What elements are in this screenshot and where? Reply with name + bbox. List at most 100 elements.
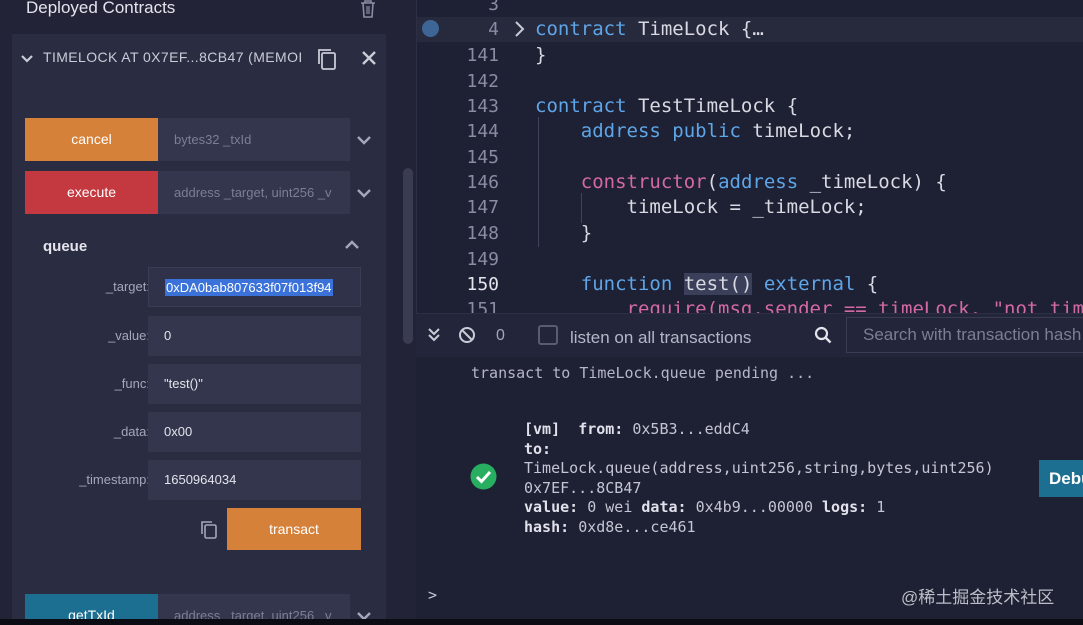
- breakpoint-dot[interactable]: [422, 20, 439, 37]
- transact-button[interactable]: transact: [227, 508, 361, 550]
- panel-scrollbar[interactable]: [403, 168, 413, 344]
- line-number: 144: [466, 121, 499, 142]
- code-token: constructor: [580, 171, 707, 193]
- from-label: from:: [578, 420, 624, 438]
- copy-icon[interactable]: [316, 47, 338, 71]
- param-label: _timestamp:: [79, 472, 150, 487]
- to-value: TimeLock.queue(address,uint256,string,by…: [524, 459, 994, 477]
- deployed-contracts-title: Deployed Contracts: [26, 0, 176, 17]
- trash-icon[interactable]: [358, 0, 378, 18]
- code-token: public: [672, 120, 741, 142]
- target-field[interactable]: 0xDA0bab807633f07f013f94: [148, 267, 361, 307]
- line-number: 143: [466, 96, 499, 117]
- param-target: _target: 0xDA0bab807633f07f013f94: [42, 267, 362, 307]
- copy-icon[interactable]: [200, 520, 218, 540]
- selected-text: 0xDA0bab807633f07f013f94: [165, 279, 333, 296]
- pending-tx-count: 0: [496, 327, 505, 344]
- chevron-down-icon[interactable]: [356, 132, 372, 148]
- code-token: timeLock = _timeLock;: [626, 196, 867, 218]
- line-number: 142: [466, 71, 499, 92]
- data-field[interactable]: 0x00: [148, 412, 361, 452]
- close-icon[interactable]: [361, 50, 377, 66]
- hash-value: 0xd8e...ce461: [578, 518, 696, 536]
- to-address: 0x7EF...8CB47: [524, 479, 642, 497]
- code-token: timeLock;: [740, 120, 856, 142]
- pending-message: transact to TimeLock.queue pending ...: [471, 364, 815, 382]
- param-label: _data:: [113, 424, 150, 439]
- param-data: _data: 0x00: [42, 412, 362, 452]
- double-chevron-down-icon[interactable]: [426, 327, 442, 343]
- listen-checkbox[interactable]: [538, 325, 558, 345]
- bottom-strip: [0, 619, 1083, 625]
- line-number: 4: [488, 19, 499, 40]
- param-timestamp: _timestamp: 1650964034: [42, 460, 362, 500]
- data-label: data:: [641, 498, 687, 516]
- debug-button[interactable]: Debug: [1039, 460, 1083, 497]
- code-token: (): [729, 273, 753, 295]
- code-line-144: address public timeLock;: [535, 120, 856, 142]
- to-label: to:: [524, 440, 552, 458]
- deployed-contracts-header: Deployed Contracts: [0, 0, 400, 22]
- chevron-right-icon[interactable]: [513, 20, 527, 38]
- value-field[interactable]: 0: [148, 316, 361, 356]
- hash-label: hash:: [524, 518, 570, 536]
- from-value: 0x5B3...eddC4: [632, 420, 750, 438]
- code-line-147: timeLock = _timeLock;: [535, 196, 867, 218]
- param-label: _func:: [114, 376, 150, 391]
- code-token: address: [580, 120, 661, 142]
- code-token: contract: [535, 18, 627, 40]
- line-number: 141: [466, 45, 499, 66]
- func-field[interactable]: "test()": [148, 364, 361, 404]
- value-label: value:: [524, 498, 579, 516]
- contract-instance: TIMELOCK AT 0X7EF...8CB47 (MEMOI cancel …: [12, 34, 386, 625]
- code-token: external: [763, 273, 856, 295]
- search-input[interactable]: Search with transaction hash: [846, 317, 1083, 353]
- line-number: 151: [466, 299, 499, 313]
- code-token: }: [535, 44, 547, 66]
- deploy-run-panel: Deployed Contracts TIMELOCK AT 0X7EF...8…: [0, 0, 416, 625]
- logs-label: logs:: [822, 498, 868, 516]
- line-number: 145: [466, 147, 499, 168]
- tx-from-line: [vm] from: 0x5B3...eddC4: [524, 420, 750, 438]
- param-value: _value: 0: [42, 316, 362, 356]
- code-token: test: [683, 273, 730, 295]
- value-value: 0 wei: [587, 498, 633, 516]
- clear-console-icon[interactable]: [458, 326, 476, 344]
- code-line-148: }: [535, 222, 592, 244]
- code-token: TestTimeLock: [637, 95, 776, 117]
- chevron-down-icon[interactable]: [356, 185, 372, 201]
- data-value: 0x4b9...00000: [695, 498, 813, 516]
- execute-input[interactable]: address _target, uint256 _v: [158, 171, 350, 214]
- execute-button[interactable]: execute: [25, 171, 158, 214]
- line-number: 148: [466, 223, 499, 244]
- cancel-button[interactable]: cancel: [25, 118, 158, 161]
- line-number: 147: [466, 197, 499, 218]
- code-editor[interactable]: 3 4 141 142 143 144 145 146 147 148 149 …: [416, 0, 1083, 313]
- code-token: {: [775, 95, 799, 117]
- param-func: _func: "test()": [42, 364, 362, 404]
- timestamp-field[interactable]: 1650964034: [148, 460, 361, 500]
- code-token: contract: [535, 95, 627, 117]
- chevron-down-icon[interactable]: [20, 52, 34, 66]
- code-token: address: [718, 171, 799, 193]
- line-number: 150: [466, 274, 499, 295]
- code-token: {: [855, 273, 879, 295]
- search-icon[interactable]: [814, 326, 832, 344]
- terminal-prompt[interactable]: >: [428, 586, 437, 604]
- cancel-input[interactable]: bytes32 _txId: [158, 118, 350, 161]
- queue-function-title: queue: [43, 238, 88, 255]
- terminal-output: transact to TimeLock.queue pending ... […: [416, 357, 1083, 619]
- code-line-4: contract TimeLock {…: [535, 18, 764, 40]
- instance-header[interactable]: TIMELOCK AT 0X7EF...8CB47 (MEMOI: [12, 40, 386, 76]
- terminal-toolbar: 0 listen on all transactions Search with…: [416, 313, 1083, 357]
- code-token: TimeLock: [637, 18, 730, 40]
- code-token: }: [580, 222, 593, 244]
- instance-title: TIMELOCK AT 0X7EF...8CB47 (MEMOI: [43, 49, 301, 65]
- tx-to-value-line: TimeLock.queue(address,uint256,string,by…: [524, 459, 994, 477]
- code-token: _timeLock) {: [798, 171, 947, 193]
- code-line-141: }: [535, 44, 546, 66]
- param-label: _value:: [108, 328, 150, 343]
- logs-value: 1: [876, 498, 886, 516]
- tx-to-addr-line: 0x7EF...8CB47: [524, 479, 641, 497]
- chevron-up-icon[interactable]: [344, 237, 360, 253]
